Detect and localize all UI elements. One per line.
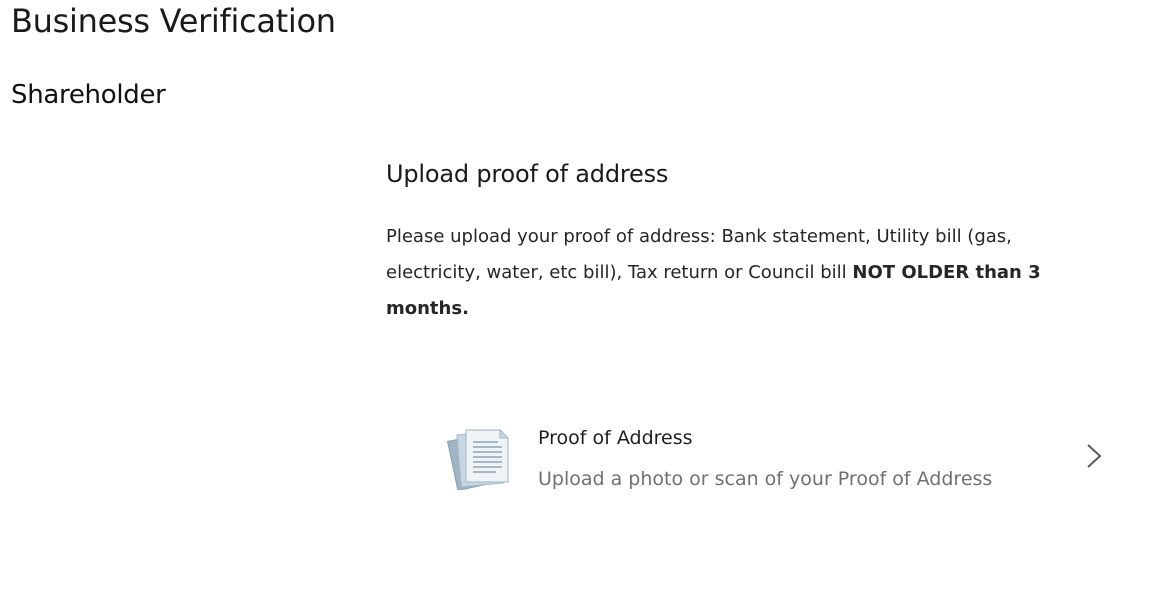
upload-heading: Upload proof of address — [386, 160, 669, 188]
upload-content: Upload proof of address Please upload yo… — [386, 155, 1106, 327]
document-icon — [446, 428, 510, 490]
option-subtitle: Upload a photo or scan of your Proof of … — [538, 468, 993, 490]
upload-instructions: Please upload your proof of address: Ban… — [386, 219, 1086, 327]
page-title: Business Verification — [11, 2, 336, 40]
proof-of-address-option[interactable]: Proof of Address Upload a photo or scan … — [446, 418, 1106, 498]
section-title: Shareholder — [11, 80, 166, 110]
page: Business Verification Shareholder Upload… — [0, 0, 1164, 610]
option-text: Proof of Address Upload a photo or scan … — [538, 418, 1106, 492]
chevron-right-icon[interactable] — [1082, 442, 1106, 470]
option-title: Proof of Address — [538, 427, 693, 449]
